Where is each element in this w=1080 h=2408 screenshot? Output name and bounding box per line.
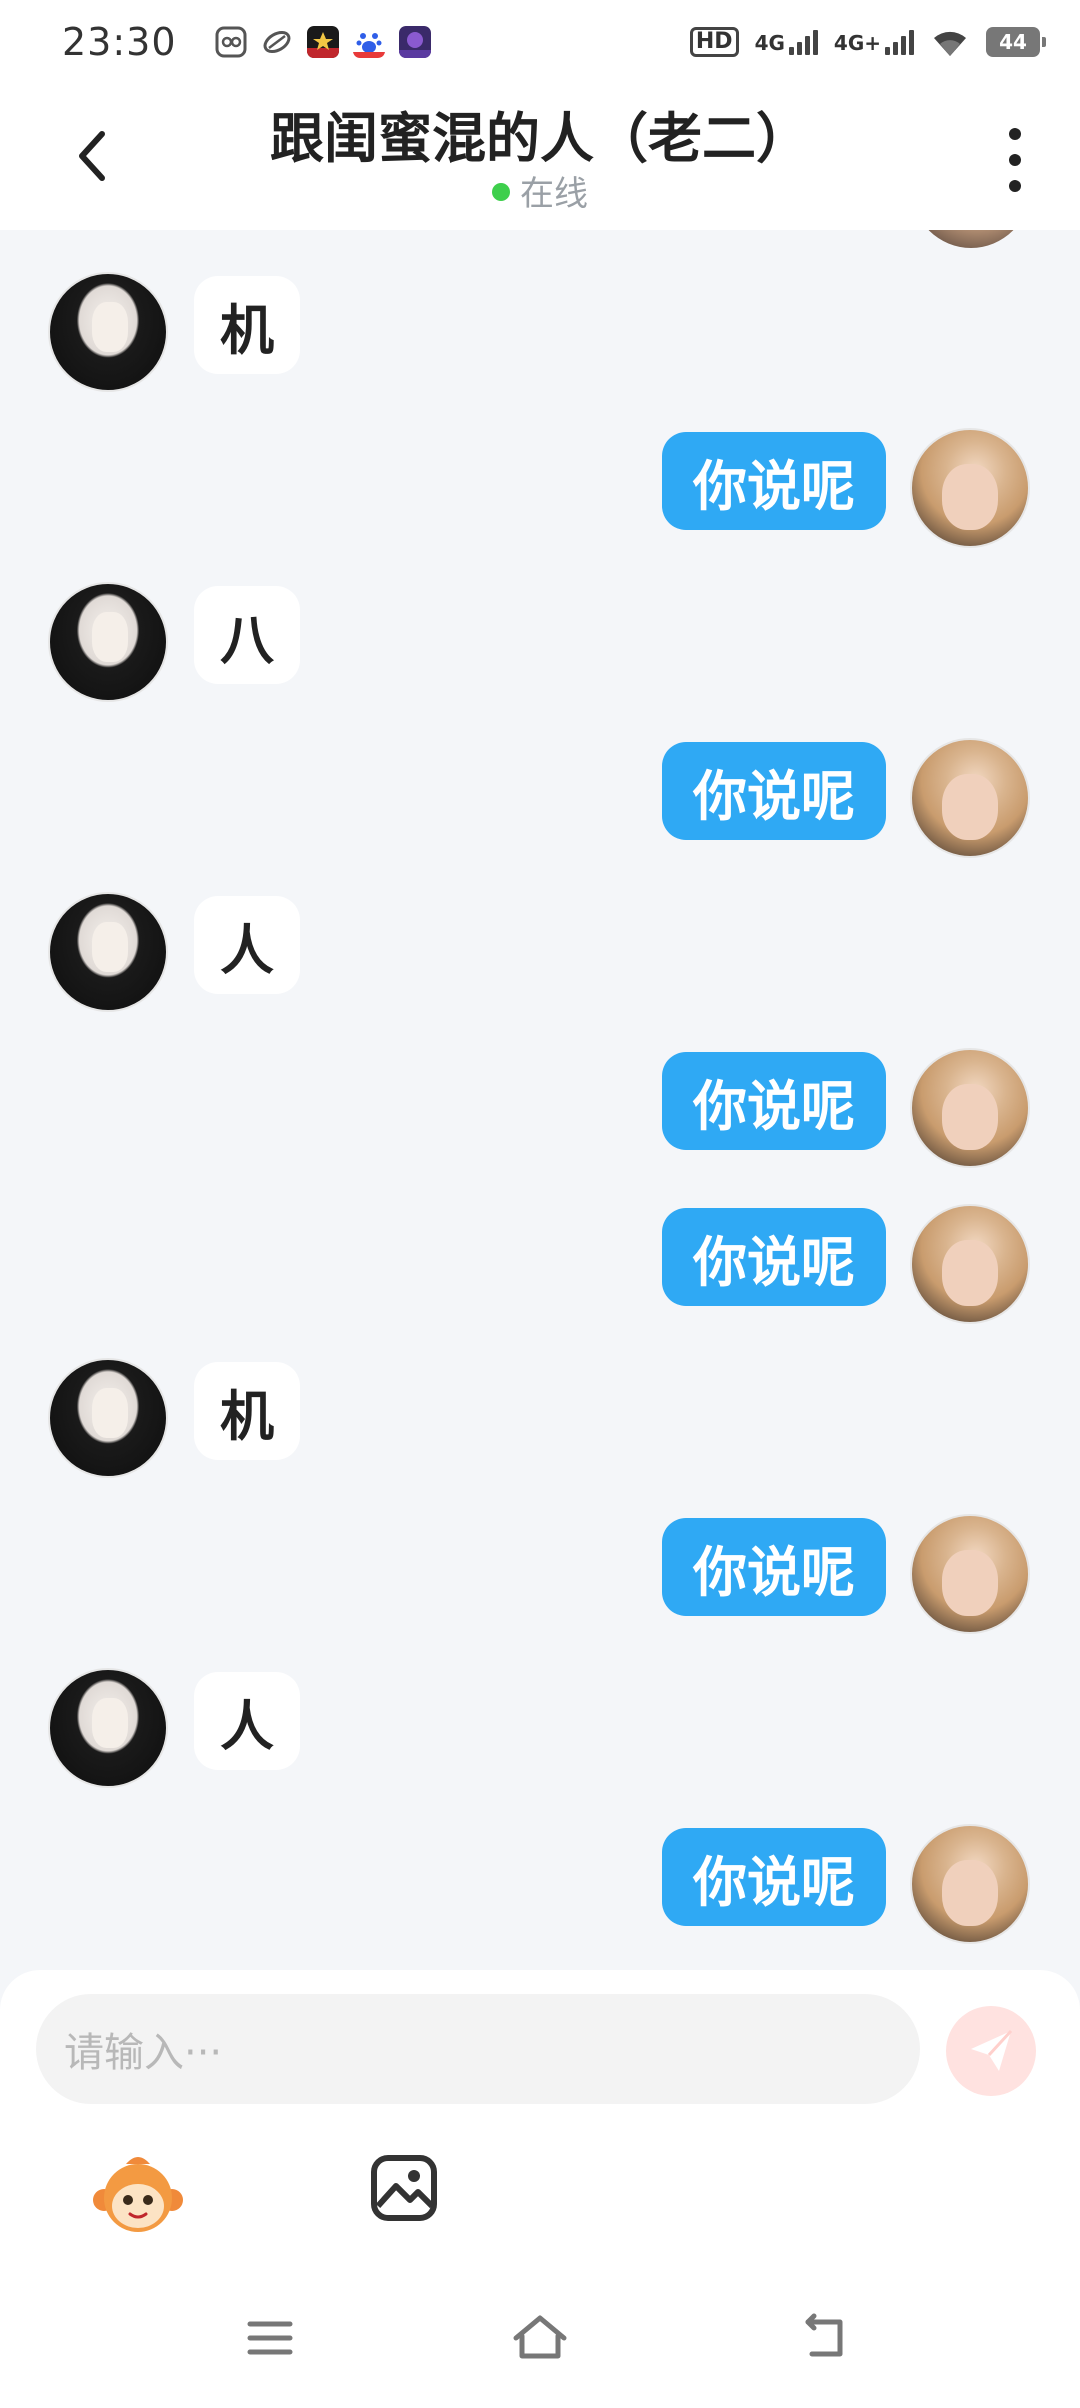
game-app-icon: [306, 26, 339, 58]
signal-label-2: 4G+: [833, 31, 881, 55]
hero-game-app-icon: [398, 26, 431, 58]
baidu-app-icon: [352, 26, 385, 58]
avatar[interactable]: [48, 272, 168, 392]
hd-indicator: HD: [689, 27, 739, 57]
monkey-emoji-icon[interactable]: [90, 2148, 186, 2244]
message-row: 你说呢: [0, 738, 1080, 858]
battery-indicator: 44: [986, 27, 1046, 57]
home-icon[interactable]: [510, 2308, 570, 2368]
vpn-app-icon: [215, 26, 247, 58]
message-bubble[interactable]: 人: [194, 896, 300, 994]
message-bubble[interactable]: 机: [194, 276, 300, 374]
message-row: 人: [0, 892, 1080, 1012]
signal-bars-icon: [885, 29, 914, 55]
online-status-text: 在线: [520, 174, 588, 214]
image-icon[interactable]: [370, 2154, 438, 2222]
signal-bars-icon: [788, 29, 818, 55]
signal-indicator-2: 4G+: [834, 29, 914, 55]
signal-label-1: 4G: [754, 31, 785, 55]
chat-title: 跟闺蜜混的人（老二）: [270, 107, 810, 170]
message-row: 你说呢: [0, 1048, 1080, 1168]
message-bubble[interactable]: 你说呢: [662, 1052, 886, 1150]
message-row: 你说呢: [0, 1824, 1080, 1944]
message-row: 你说呢: [0, 1514, 1080, 1634]
more-vertical-icon[interactable]: [1000, 128, 1030, 192]
avatar[interactable]: [48, 1668, 168, 1788]
rocket-app-icon: [263, 31, 290, 53]
status-indicators: HD 4G 4G+ 44: [689, 26, 1046, 58]
menu-icon[interactable]: [240, 2308, 300, 2368]
status-app-icons: [215, 26, 431, 58]
signal-indicator-1: 4G: [755, 29, 818, 55]
avatar[interactable]: [48, 892, 168, 1012]
wifi-icon: [934, 31, 966, 56]
avatar[interactable]: [910, 428, 1030, 548]
message-list[interactable]: 机 你说呢 八 你说呢 人 你说呢 你说呢 机 你说呢 人 你说呢: [0, 230, 1080, 1970]
message-bubble[interactable]: 人: [194, 1672, 300, 1770]
avatar[interactable]: [912, 230, 1030, 248]
message-row: 机: [0, 272, 1080, 392]
message-bubble[interactable]: 你说呢: [662, 1518, 886, 1616]
avatar[interactable]: [910, 738, 1030, 858]
status-bar: 23:30 HD 4G 4G+ 44: [0, 0, 1080, 84]
message-bubble[interactable]: 你说呢: [662, 1828, 886, 1926]
avatar[interactable]: [910, 1824, 1030, 1944]
status-time: 23:30: [62, 20, 177, 64]
system-nav-bar: [0, 2290, 1080, 2408]
avatar[interactable]: [910, 1204, 1030, 1324]
online-dot-icon: [492, 183, 510, 201]
avatar[interactable]: [48, 582, 168, 702]
message-row: 人: [0, 1668, 1080, 1788]
back-icon[interactable]: [794, 2308, 854, 2368]
message-bubble[interactable]: 机: [194, 1362, 300, 1460]
message-bubble[interactable]: 你说呢: [662, 432, 886, 530]
message-input[interactable]: 请输入···: [36, 1994, 920, 2104]
message-row: 你说呢: [0, 1204, 1080, 1324]
message-row: 你说呢: [0, 428, 1080, 548]
message-row: 机: [0, 1358, 1080, 1478]
chat-header: 跟闺蜜混的人（老二） 在线: [0, 84, 1080, 230]
avatar[interactable]: [48, 1358, 168, 1478]
online-status: 在线: [0, 166, 1080, 215]
message-bubble[interactable]: 八: [194, 586, 300, 684]
message-bubble[interactable]: 你说呢: [662, 742, 886, 840]
avatar[interactable]: [910, 1048, 1030, 1168]
avatar[interactable]: [910, 1514, 1030, 1634]
message-bubble[interactable]: 你说呢: [662, 1208, 886, 1306]
message-row: 八: [0, 582, 1080, 702]
send-button[interactable]: [946, 2006, 1036, 2096]
send-icon: [971, 2029, 1013, 2071]
